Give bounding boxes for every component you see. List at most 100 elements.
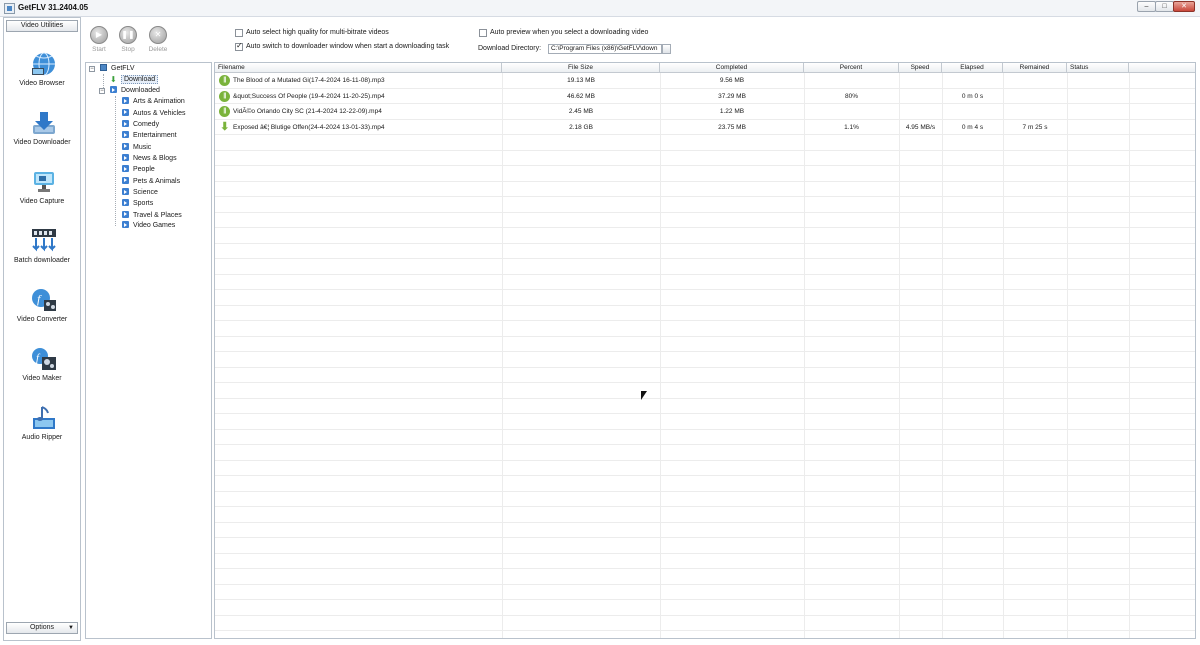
tree-label: Music — [133, 143, 152, 151]
download-grid: Filename File Size Completed Percent Spe… — [214, 62, 1196, 639]
cell-elapsed — [942, 73, 1003, 88]
film-maker-icon: f — [32, 348, 56, 370]
cell-completed: 37.29 MB — [718, 92, 746, 100]
title-bar: GetFLV 31.2404.05 – □ ✕ — [0, 0, 1200, 17]
tree-item-category[interactable]: Entertainment — [122, 131, 177, 141]
column-header-filename[interactable]: Filename — [215, 63, 502, 73]
collapse-icon[interactable]: − — [89, 66, 95, 72]
table-row[interactable]: || &quot;Success Of People (19-4-2024 11-… — [215, 89, 1195, 104]
table-row[interactable]: || VidÃ©o Orlando City SC (21-4-2024 12-2… — [215, 104, 1195, 120]
sidebar-item-label: Video Capture — [19, 198, 65, 205]
start-button[interactable]: ▶ Start — [85, 26, 113, 54]
cell-remained — [1003, 89, 1067, 104]
tree-item-category[interactable]: Music — [122, 142, 152, 153]
music-note-icon — [33, 406, 55, 429]
sidebar-item-video-downloader[interactable]: Video Downloader — [4, 109, 80, 163]
cell-filename: Exposed â€¦ Blutige Offen(24-4-2024 13-0… — [233, 123, 385, 131]
cell-status — [1067, 73, 1129, 88]
browse-directory-button[interactable] — [662, 44, 671, 54]
empty-row — [215, 290, 1195, 306]
empty-row — [215, 275, 1195, 290]
sidebar-item-label: Video Downloader — [13, 139, 71, 146]
tree-item-category[interactable]: Travel & Places — [122, 210, 182, 221]
tree-item-downloaded[interactable]: Downloaded — [110, 86, 160, 96]
empty-row — [215, 228, 1195, 244]
cell-status — [1067, 89, 1129, 104]
sidebar-item-video-capture[interactable]: Video Capture — [4, 168, 80, 222]
video-utilities-header[interactable]: Video Utilities — [6, 20, 78, 32]
tree-item-category[interactable]: News & Blogs — [122, 154, 177, 164]
tree-label: Science — [133, 189, 158, 196]
tree-item-category[interactable]: Arts & Animation — [122, 97, 185, 107]
column-header-file-size[interactable]: File Size — [502, 63, 660, 73]
tree-item-category[interactable]: Pets & Animals — [122, 176, 180, 187]
download-directory-label: Download Directory: — [478, 45, 542, 52]
empty-row — [215, 492, 1195, 507]
tree-label: People — [133, 166, 155, 173]
delete-button[interactable]: ✕ Delete — [144, 26, 172, 54]
window-title: GetFLV 31.2404.05 — [18, 3, 89, 12]
sidebar-item-video-maker[interactable]: f Video Maker — [4, 345, 80, 399]
tree-item-download[interactable]: ⬇ Download — [110, 75, 159, 85]
column-header-completed[interactable]: Completed — [660, 63, 804, 73]
cell-filename: VidÃ©o Orlando City SC (21-4-2024 12-22-… — [233, 108, 382, 115]
column-header-elapsed[interactable]: Elapsed — [942, 63, 1003, 73]
empty-row — [215, 383, 1195, 399]
collapse-icon[interactable]: − — [99, 88, 105, 94]
empty-row — [215, 135, 1195, 151]
category-tree: − GetFLV ⬇ Download − Downloaded Arts & A… — [85, 62, 212, 639]
empty-row — [215, 461, 1195, 476]
tree-label: Downloaded — [121, 87, 160, 94]
sidebar-item-batch-downloader[interactable]: Batch downloader — [4, 227, 80, 281]
tree-label: Autos & Vehicles — [133, 109, 186, 117]
delete-label: Delete — [148, 46, 168, 53]
category-play-icon — [122, 188, 129, 195]
column-header-status[interactable]: Status — [1067, 63, 1129, 73]
tree-label: Comedy — [133, 121, 160, 128]
category-play-icon — [122, 221, 129, 228]
cell-remained — [1003, 73, 1067, 88]
sidebar-item-video-browser[interactable]: Video Browser — [4, 50, 80, 104]
tree-item-category[interactable]: Comedy — [122, 120, 159, 130]
column-header-speed[interactable]: Speed — [899, 63, 942, 73]
column-header-percent[interactable]: Percent — [804, 63, 899, 73]
high-quality-checkbox[interactable] — [235, 29, 243, 37]
switch-window-checkbox[interactable] — [235, 41, 243, 51]
download-directory-input[interactable]: C:\Program Files (x86)\GetFLV\down — [548, 44, 662, 54]
tree-item-category[interactable]: Video Games — [122, 221, 175, 231]
cell-status — [1067, 120, 1129, 135]
tree-root-getflv[interactable]: GetFLV — [100, 64, 135, 74]
tree-label: News & Blogs — [133, 155, 177, 162]
category-play-icon — [122, 176, 129, 184]
tree-item-category[interactable]: Autos & Vehicles — [122, 108, 186, 119]
tree-item-category[interactable]: People — [122, 165, 155, 175]
camera-icon — [34, 172, 54, 192]
auto-preview-checkbox[interactable] — [479, 29, 487, 37]
column-header-remained[interactable]: Remained — [1003, 63, 1067, 73]
empty-row — [215, 368, 1195, 383]
app-folder-icon — [100, 64, 107, 71]
minimize-button[interactable]: – — [1137, 1, 1156, 12]
sidebar-item-video-converter[interactable]: f Video Converter — [4, 286, 80, 340]
tree-item-category[interactable]: Sports — [122, 199, 153, 209]
empty-row — [215, 523, 1195, 538]
tree-item-category[interactable]: Science — [122, 188, 158, 198]
cell-completed: 9.56 MB — [719, 77, 745, 84]
sidebar-item-audio-ripper[interactable]: Audio Ripper — [4, 404, 80, 458]
empty-row — [215, 259, 1195, 275]
options-button[interactable]: Options ▼ — [6, 622, 78, 634]
tree-label: Entertainment — [133, 132, 177, 139]
tree-label: GetFLV — [111, 65, 135, 72]
mouse-cursor-icon — [641, 391, 647, 400]
tree-label: Arts & Animation — [133, 98, 185, 105]
close-button[interactable]: ✕ — [1173, 1, 1195, 12]
stop-button[interactable]: ❚❚ Stop — [114, 26, 142, 54]
cell-filename: The Blood of a Mutated Gi(17-4-2024 16-1… — [233, 77, 385, 84]
table-row[interactable]: ⬇ Exposed â€¦ Blutige Offen(24-4-2024 13-… — [215, 120, 1195, 135]
high-quality-label: Auto select high quality for multi-bitra… — [246, 29, 389, 36]
cell-completed: 1.22 MB — [719, 108, 745, 115]
cell-status — [1067, 104, 1129, 119]
maximize-button[interactable]: □ — [1155, 1, 1174, 12]
cell-percent — [804, 104, 899, 119]
table-row[interactable]: || The Blood of a Mutated Gi(17-4-2024 16… — [215, 73, 1195, 89]
